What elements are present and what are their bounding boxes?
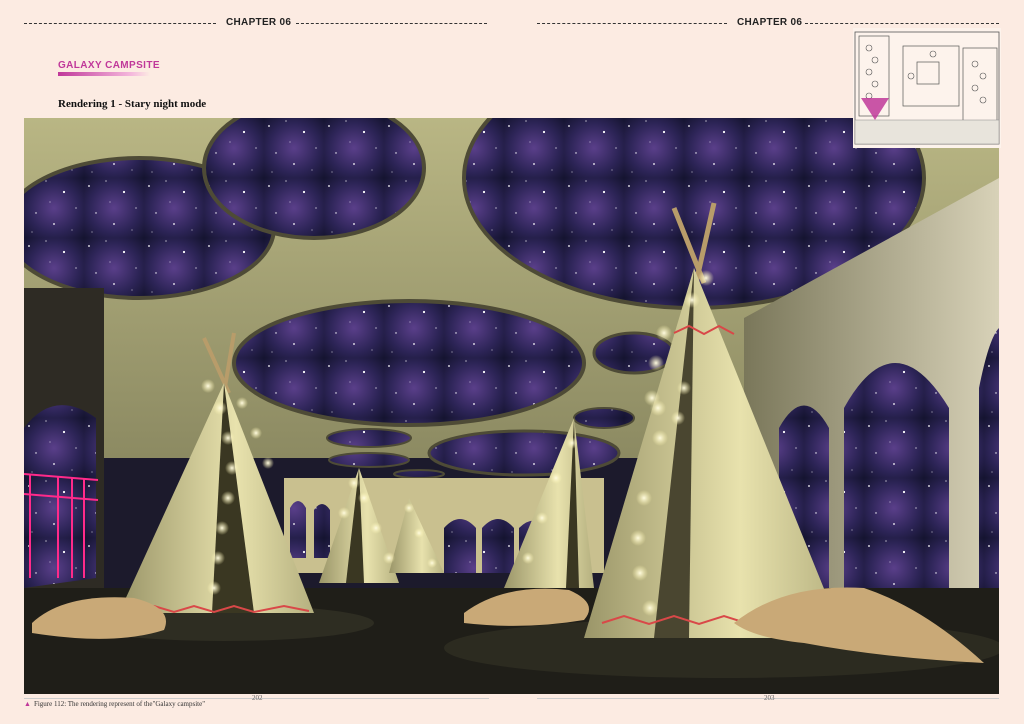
triangle-icon: ▲ [24, 700, 31, 708]
rendering-caption: Rendering 1 - Stary night mode [58, 98, 207, 110]
chapter-label-right: CHAPTER 06 [737, 17, 803, 28]
header-left-rule-b [296, 23, 487, 24]
header-right-rule-a [537, 23, 727, 24]
sky-opening-far-1 [427, 429, 621, 477]
sky-opening-far-5 [573, 407, 635, 429]
campsite-rendering [24, 118, 999, 694]
page-number-right: 203 [764, 694, 775, 702]
site-plan-thumbnail [853, 28, 1001, 148]
page-number-left: 202 [252, 694, 263, 702]
sky-opening-far-4 [393, 469, 445, 479]
sky-opening-far-2 [326, 428, 412, 448]
section-title-underline [58, 72, 150, 76]
chapter-label-left: CHAPTER 06 [226, 17, 292, 28]
sky-opening-center [232, 299, 586, 427]
header-left: CHAPTER 06 [24, 14, 489, 32]
header-right-rule-b [805, 23, 999, 24]
right-arch-window-2 [844, 363, 949, 588]
sky-opening-far-3 [328, 452, 410, 468]
section-title: GALAXY CAMPSITE [58, 60, 160, 71]
figure-note: ▲ Figure 112: The rendering represent of … [24, 700, 205, 708]
plan-location-marker [861, 98, 889, 120]
header-left-rule-a [24, 23, 216, 24]
sky-opening-top-left [202, 118, 426, 240]
figure-note-text: Figure 112: The rendering represent of t… [33, 700, 206, 708]
